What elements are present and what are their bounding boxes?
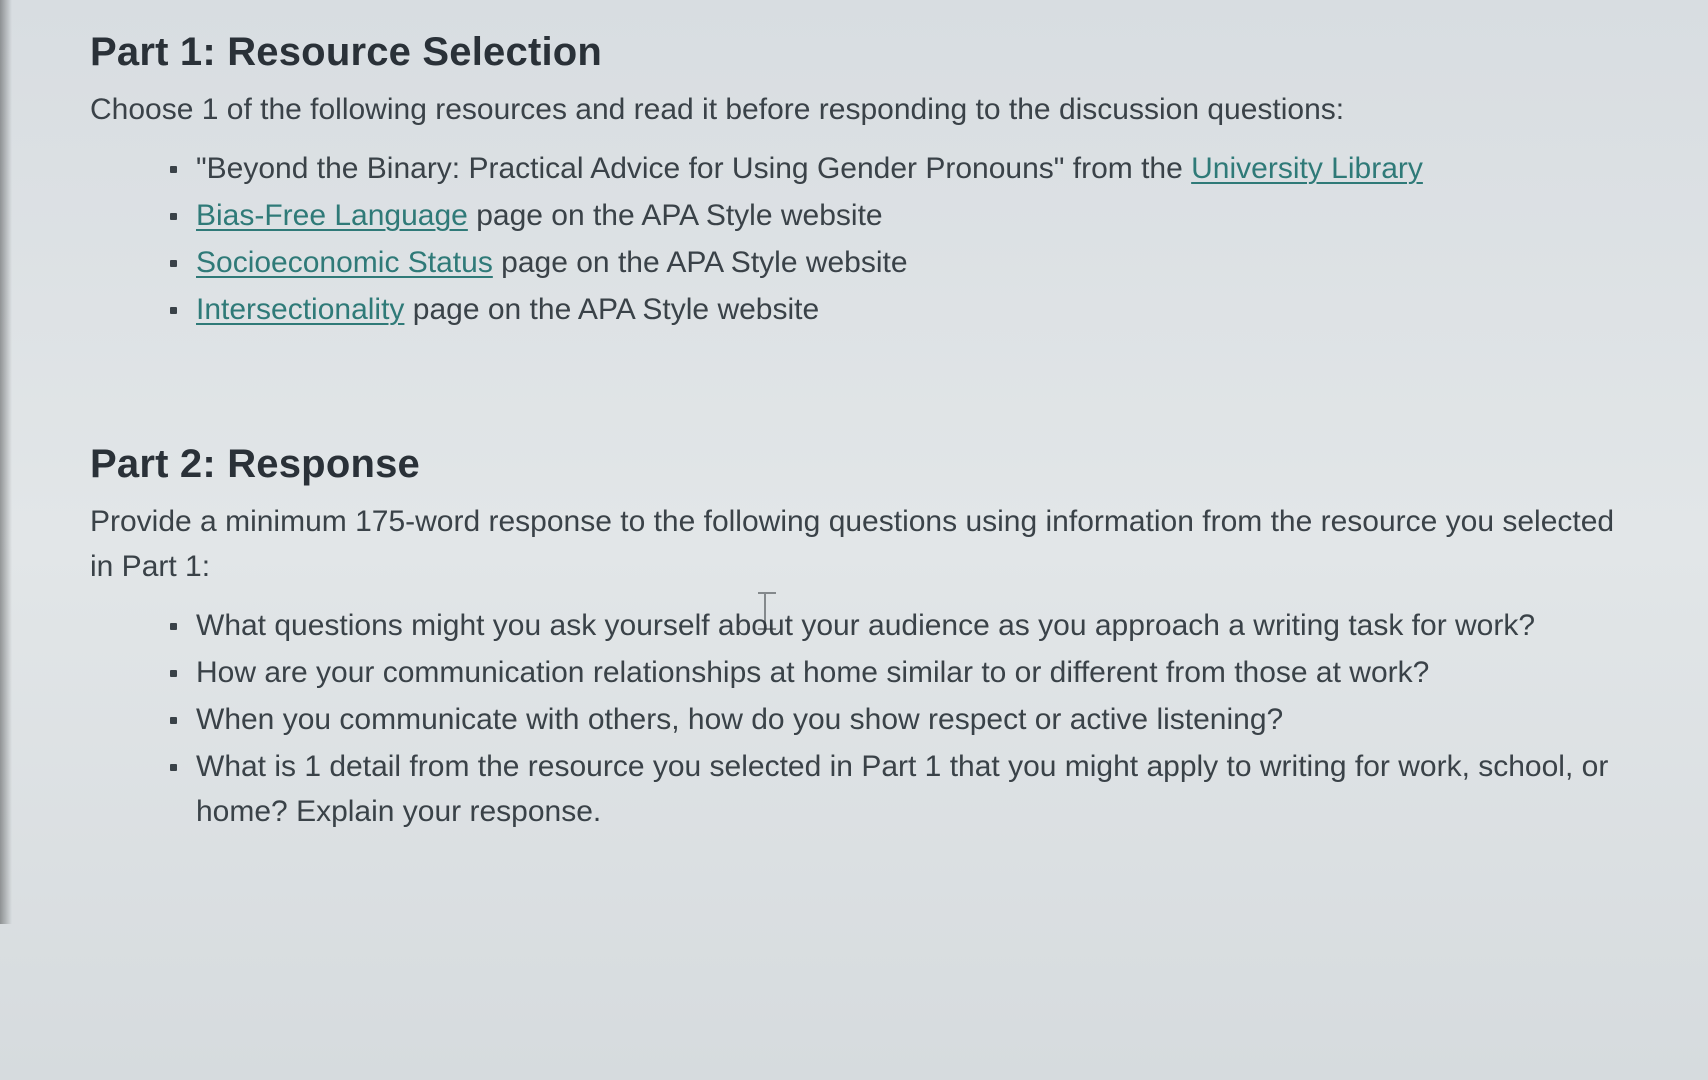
link-socioeconomic-status[interactable]: Socioeconomic Status — [196, 246, 493, 279]
list-item-text-post: page on the APA Style website — [404, 293, 819, 326]
assignment-page: Part 1: Resource Selection Choose 1 of t… — [0, 0, 1708, 924]
part2-intro: Provide a minimum 175-word response to t… — [90, 499, 1618, 589]
question-text: What questions might you ask yourself ab… — [196, 609, 1535, 642]
section-spacer — [90, 382, 1618, 442]
text-cursor-icon — [764, 594, 770, 628]
part1-resource-list: "Beyond the Binary: Practical Advice for… — [90, 146, 1618, 332]
list-item: What questions might you ask yourself ab… — [170, 603, 1618, 648]
link-university-library[interactable]: University Library — [1191, 152, 1423, 185]
list-item: What is 1 detail from the resource you s… — [170, 744, 1618, 834]
question-text: When you communicate with others, how do… — [196, 703, 1283, 736]
list-item: When you communicate with others, how do… — [170, 697, 1618, 742]
list-item-text-post: page on the APA Style website — [493, 246, 908, 279]
question-text: What is 1 detail from the resource you s… — [196, 750, 1608, 828]
list-item: How are your communication relationships… — [170, 650, 1618, 695]
part2-question-list: What questions might you ask yourself ab… — [90, 603, 1618, 834]
list-item: Socioeconomic Status page on the APA Sty… — [170, 240, 1618, 285]
list-item: "Beyond the Binary: Practical Advice for… — [170, 146, 1618, 191]
list-item: Intersectionality page on the APA Style … — [170, 287, 1618, 332]
list-item-text-pre: "Beyond the Binary: Practical Advice for… — [196, 152, 1191, 185]
part1-intro: Choose 1 of the following resources and … — [90, 87, 1618, 132]
link-bias-free-language[interactable]: Bias-Free Language — [196, 199, 468, 232]
link-intersectionality[interactable]: Intersectionality — [196, 293, 404, 326]
list-item: Bias-Free Language page on the APA Style… — [170, 193, 1618, 238]
question-text: How are your communication relationships… — [196, 656, 1429, 689]
part2-heading: Part 2: Response — [90, 442, 1618, 487]
part1-heading: Part 1: Resource Selection — [90, 30, 1618, 75]
list-item-text-post: page on the APA Style website — [468, 199, 883, 232]
